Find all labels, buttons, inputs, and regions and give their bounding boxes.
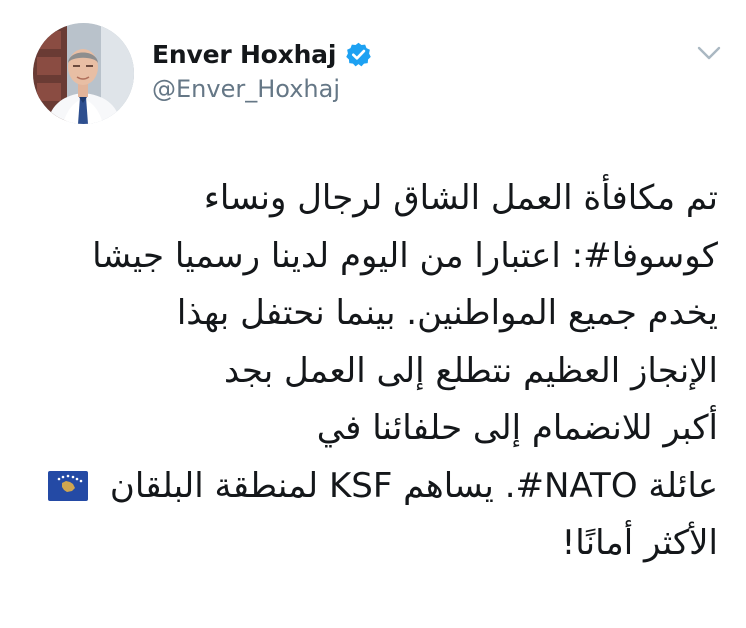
tweet-text-line: أكبر للانضمام إلى حلفائنا في xyxy=(316,408,718,448)
kosovo-flag-icon xyxy=(48,470,88,501)
tweet-card: Enver Hoxhaj @Enver_Hoxhaj تم مكافأة الع… xyxy=(0,0,746,628)
tweet-text: تم مكافأة العمل الشاق لرجال ونساء كوسوفا… xyxy=(28,170,718,573)
author-handle[interactable]: @Enver_Hoxhaj xyxy=(152,75,340,103)
tweet-text-line: كوسوفا#: اعتبارا من اليوم لدينا رسميا جي… xyxy=(92,235,718,276)
tweet-text-line: عائلة NATO#. يساهم KSF لمنطقة البلقان xyxy=(109,465,718,506)
author-display-name[interactable]: Enver Hoxhaj xyxy=(152,40,336,69)
author-row: Enver Hoxhaj xyxy=(152,35,372,73)
tweet-text-line: تم مكافأة العمل الشاق لرجال ونساء xyxy=(203,178,718,218)
avatar-photo xyxy=(33,23,134,124)
avatar[interactable] xyxy=(33,23,134,124)
tweet-text-line: الإنجاز العظيم نتطلع إلى العمل بجد xyxy=(223,350,718,391)
verified-badge-icon xyxy=(345,41,372,68)
chevron-down-icon[interactable] xyxy=(697,45,721,61)
tweet-text-line: يخدم جميع المواطنين. بينما نحتفل بهذا xyxy=(176,293,718,333)
tweet-text-line: الأكثر أمانًا! xyxy=(561,523,718,563)
tweet-text-line-with-flag: عائلة NATO#. يساهم KSF لمنطقة البلقان xyxy=(28,458,718,516)
